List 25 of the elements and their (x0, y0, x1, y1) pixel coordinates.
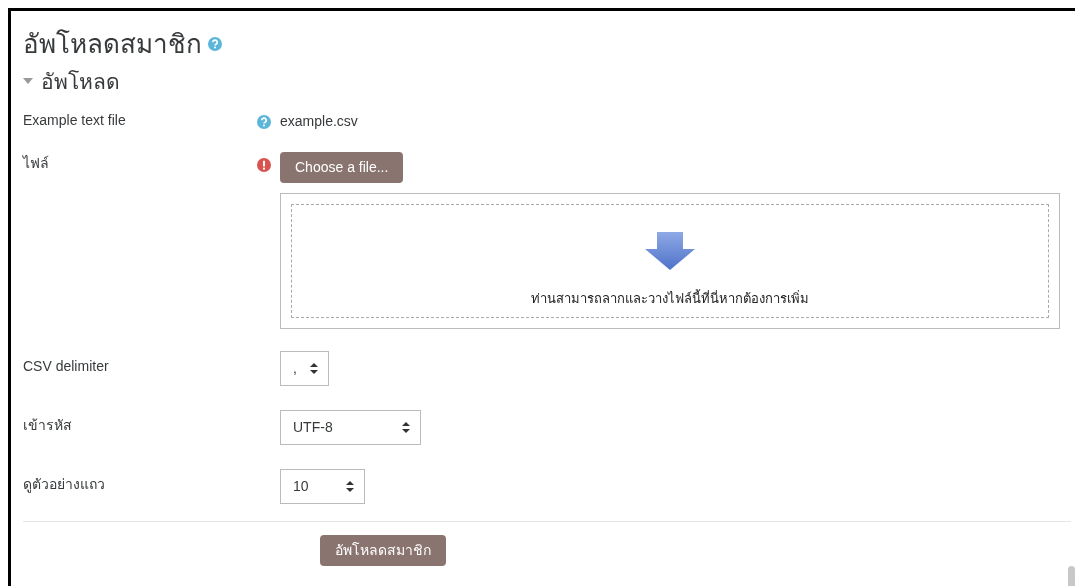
caret-icon[interactable] (23, 78, 33, 84)
help-icon[interactable] (208, 37, 222, 51)
select-field[interactable]: UTF-8 (280, 410, 421, 445)
section-heading[interactable]: อัพโหลด (41, 70, 120, 92)
sort-arrows-icon (402, 422, 410, 433)
select-field[interactable]: 10 (280, 469, 365, 504)
field-label: ไฟล์ (23, 154, 50, 173)
drop-hint: ท่านสามารถลากและวางไฟล์นี้ที่นี่หากต้องการเพิ่ม (531, 289, 809, 308)
choose-file-button[interactable]: Choose a file... (280, 152, 404, 183)
select-field[interactable]: , (280, 351, 329, 386)
submit-button[interactable]: อัพโหลดสมาชิก (320, 535, 446, 566)
field-label: Example text file (23, 111, 127, 130)
select-value: , (293, 359, 297, 378)
file-drop-area[interactable]: ท่านสามารถลากและวางไฟล์นี้ที่นี่หากต้องการเพิ่ม (280, 193, 1060, 329)
down-arrow-icon (645, 232, 695, 270)
field-label: เข้ารหัส (23, 416, 73, 435)
select-value: UTF-8 (293, 418, 333, 437)
select-value: 10 (293, 477, 309, 496)
sort-arrows-icon (310, 363, 318, 374)
page-title: อัพโหลดสมาชิก (23, 31, 202, 57)
help-icon[interactable] (257, 115, 271, 129)
sort-arrows-icon (346, 481, 354, 492)
field-label: CSV delimiter (23, 357, 110, 376)
field-label: ดูตัวอย่างแถว (23, 475, 106, 495)
static-value: example.csv (280, 113, 358, 128)
